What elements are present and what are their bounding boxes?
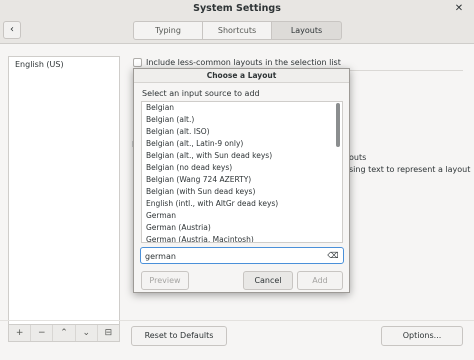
choose-layout-dialog: Choose a Layout Select an input source t… <box>133 68 350 293</box>
list-item[interactable]: English (US) <box>9 57 119 72</box>
list-item[interactable]: Belgian (with Sun dead keys) <box>142 186 342 198</box>
move-down-button[interactable]: ⌄ <box>76 325 98 341</box>
dialog-buttons: Preview Cancel Add <box>141 271 343 290</box>
back-button[interactable]: ‹ <box>3 21 21 39</box>
list-item[interactable]: Belgian <box>142 102 342 114</box>
footer-divider <box>0 320 474 321</box>
tab-typing[interactable]: Typing <box>133 21 203 40</box>
options-button[interactable]: Options... <box>381 326 463 346</box>
less-common-layouts-option[interactable]: Include less-common layouts in the selec… <box>133 58 341 67</box>
move-up-button[interactable]: ⌃ <box>53 325 76 341</box>
add-button[interactable]: + <box>9 325 32 341</box>
obscured-text-1: outs <box>349 153 367 162</box>
tab-layouts[interactable]: Layouts <box>272 21 342 40</box>
tab-shortcuts[interactable]: Shortcuts <box>203 21 272 40</box>
remove-button[interactable]: − <box>31 325 54 341</box>
input-sources-list[interactable]: English (US) <box>8 56 120 325</box>
list-item[interactable]: German (Austria) <box>142 222 342 234</box>
obscured-text-2: sing text to represent a layout <box>349 165 471 174</box>
list-item[interactable]: Belgian (Wang 724 AZERTY) <box>142 174 342 186</box>
list-item[interactable]: Belgian (alt.) <box>142 114 342 126</box>
list-item[interactable]: English (intl., with AltGr dead keys) <box>142 198 342 210</box>
list-item[interactable]: Belgian (alt., Latin-9 only) <box>142 138 342 150</box>
layout-list[interactable]: Belgian Belgian (alt.) Belgian (alt. ISO… <box>141 101 343 243</box>
list-item[interactable]: Belgian (alt. ISO) <box>142 126 342 138</box>
preview-button[interactable]: Preview <box>141 271 189 290</box>
list-item[interactable]: Belgian (alt., with Sun dead keys) <box>142 150 342 162</box>
window-title: System Settings <box>193 3 281 14</box>
less-common-layouts-label: Include less-common layouts in the selec… <box>146 58 341 67</box>
close-icon[interactable]: ✕ <box>452 2 466 16</box>
add-button[interactable]: Add <box>297 271 343 290</box>
list-item[interactable]: German (Austria, Macintosh) <box>142 234 342 242</box>
search-input[interactable] <box>145 250 315 262</box>
dialog-title: Choose a Layout <box>134 69 349 83</box>
less-common-layouts-checkbox[interactable] <box>133 58 142 67</box>
tab-bar: Typing Shortcuts Layouts <box>133 21 342 40</box>
layout-settings-button[interactable]: ⊟ <box>98 325 119 341</box>
clear-icon[interactable]: ⌫ <box>327 251 339 261</box>
dialog-subtitle: Select an input source to add <box>142 89 260 98</box>
title-bar: System Settings ✕ ‹ Typing Shortcuts Lay… <box>0 0 474 44</box>
list-toolbar: + − ⌃ ⌄ ⊟ <box>8 324 120 342</box>
reset-to-defaults-button[interactable]: Reset to Defaults <box>131 326 227 346</box>
layout-list-scrollbar[interactable] <box>336 103 340 242</box>
cancel-button[interactable]: Cancel <box>243 271 293 290</box>
list-item[interactable]: Belgian (no dead keys) <box>142 162 342 174</box>
scrollbar-thumb[interactable] <box>336 103 340 147</box>
list-item[interactable]: German <box>142 210 342 222</box>
search-field[interactable]: ⌫ <box>140 247 344 264</box>
